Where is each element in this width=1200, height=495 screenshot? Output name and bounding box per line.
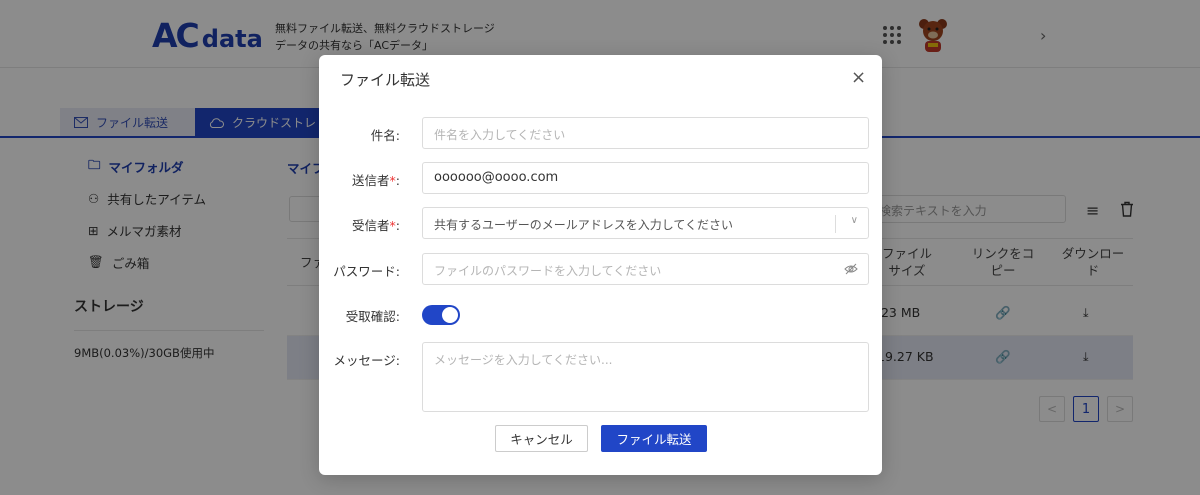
chevron-down-icon[interactable]: ∨: [851, 215, 858, 226]
sender-label: 送信者*:: [352, 173, 400, 188]
close-icon[interactable]: ×: [851, 69, 866, 87]
password-label: パスワード:: [333, 264, 400, 279]
cancel-button[interactable]: キャンセル: [495, 425, 588, 452]
sender-email-input[interactable]: oooooo@oooo.com: [422, 162, 869, 194]
dialog-title: ファイル転送: [340, 71, 431, 89]
eye-off-icon[interactable]: [844, 263, 858, 275]
message-label: メッセージ:: [333, 353, 400, 368]
recipient-placeholder: 共有するユーザーのメールアドレスを入力してください: [434, 218, 734, 232]
message-textarea[interactable]: メッセージを入力してください...: [422, 342, 869, 412]
recipient-select[interactable]: 共有するユーザーのメールアドレスを入力してください ∨: [422, 207, 869, 239]
toggle-knob: [442, 307, 458, 323]
subject-input[interactable]: 件名を入力してください: [422, 117, 869, 149]
file-transfer-submit-button[interactable]: ファイル転送: [601, 425, 707, 452]
recipient-label: 受信者*:: [352, 218, 400, 233]
receipt-label: 受取確認:: [345, 309, 400, 324]
password-input[interactable]: ファイルのパスワードを入力してください: [422, 253, 869, 285]
subject-label: 件名:: [370, 128, 400, 143]
select-divider: [835, 215, 836, 233]
receipt-toggle[interactable]: [422, 305, 460, 325]
password-placeholder: ファイルのパスワードを入力してください: [434, 264, 662, 278]
file-transfer-dialog: ファイル転送 × 件名: 件名を入力してください 送信者*: oooooo@oo…: [319, 55, 882, 475]
